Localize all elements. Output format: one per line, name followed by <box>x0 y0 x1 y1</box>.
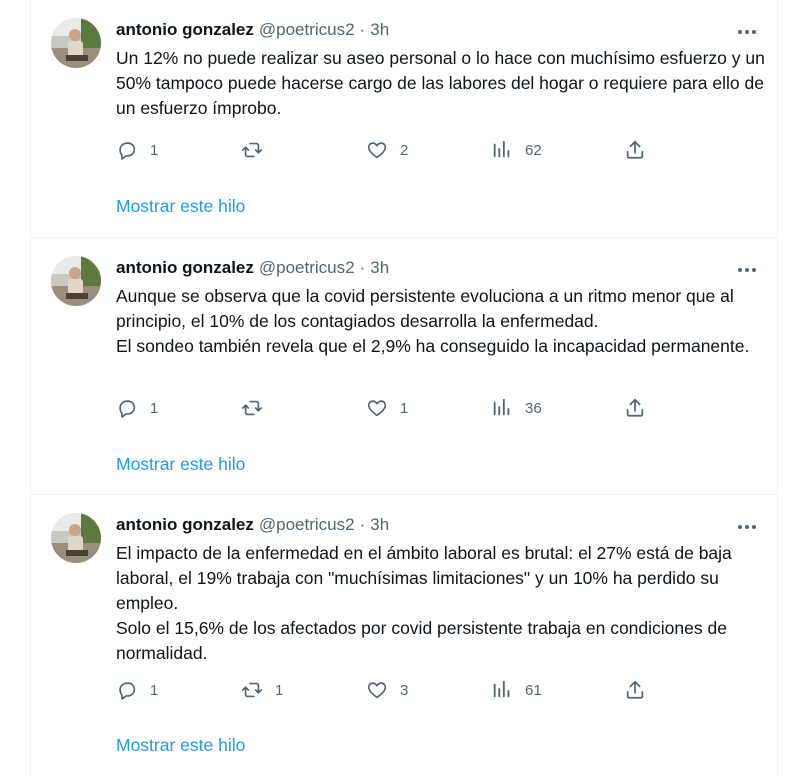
views-count: 61 <box>525 681 542 699</box>
tweet-paragraph: El impacto de la enfermedad en el ámbito… <box>116 543 732 613</box>
tweet-header: antonio gonzalez @poetricus2 · 3h <box>116 256 389 280</box>
author-name[interactable]: antonio gonzalez <box>116 20 254 40</box>
show-thread-link[interactable]: Mostrar este hilo <box>116 454 245 475</box>
tweet-paragraph: El sondeo también revela que el 2,9% ha … <box>116 336 750 356</box>
show-thread-link[interactable]: Mostrar este hilo <box>116 735 245 756</box>
reply-button[interactable]: 1 <box>116 395 158 421</box>
tweet-paragraph: Un 12% no puede realizar su aseo persona… <box>116 48 765 118</box>
tweet-text: Aunque se observa que la covid persisten… <box>116 284 766 359</box>
reply-button[interactable]: 1 <box>116 137 158 163</box>
reply-icon <box>116 679 138 701</box>
share-button[interactable] <box>624 677 646 703</box>
more-icon[interactable] <box>735 258 759 282</box>
heart-icon <box>366 679 388 701</box>
separator-dot: · <box>359 20 366 39</box>
author-name[interactable]: antonio gonzalez <box>116 515 254 535</box>
retweet-icon <box>241 397 263 419</box>
retweet-icon <box>241 139 263 161</box>
more-icon[interactable] <box>735 20 759 44</box>
reply-icon <box>116 397 138 419</box>
like-button[interactable]: 2 <box>366 137 408 163</box>
views-button[interactable]: 61 <box>491 677 542 703</box>
timestamp[interactable]: 3h <box>370 258 389 278</box>
reply-button[interactable]: 1 <box>116 677 158 703</box>
views-button[interactable]: 62 <box>491 137 542 163</box>
tweet-text: El impacto de la enfermedad en el ámbito… <box>116 541 766 666</box>
heart-icon <box>366 397 388 419</box>
retweet-button[interactable]: 1 <box>241 677 283 703</box>
tweet-header: antonio gonzalez @poetricus2 · 3h <box>116 18 389 42</box>
share-icon <box>624 397 646 419</box>
reply-icon <box>116 139 138 161</box>
tweet-text: Un 12% no puede realizar su aseo persona… <box>116 46 766 121</box>
separator-dot: · <box>359 258 366 277</box>
views-icon <box>491 139 513 161</box>
like-button[interactable]: 1 <box>366 395 408 421</box>
reply-count: 1 <box>150 681 159 699</box>
avatar[interactable] <box>51 513 101 563</box>
action-bar: 1 2 62 <box>116 137 676 163</box>
like-button[interactable]: 3 <box>366 677 408 703</box>
author-name[interactable]: antonio gonzalez <box>116 258 254 278</box>
timestamp[interactable]: 3h <box>370 20 389 40</box>
author-handle[interactable]: @poetricus2 <box>259 515 355 535</box>
tweet[interactable]: antonio gonzalez @poetricus2 · 3h Un 12%… <box>31 0 777 238</box>
share-icon <box>624 139 646 161</box>
separator-dot: · <box>359 515 366 534</box>
tweet-paragraph: Solo el 15,6% de los afectados por covid… <box>116 618 727 663</box>
action-bar: 1 1 36 <box>116 395 676 421</box>
timeline: antonio gonzalez @poetricus2 · 3h Un 12%… <box>30 0 778 776</box>
avatar[interactable] <box>51 256 101 306</box>
avatar[interactable] <box>51 18 101 68</box>
tweet[interactable]: antonio gonzalez @poetricus2 · 3h El imp… <box>31 495 777 776</box>
share-button[interactable] <box>624 137 646 163</box>
tweet-paragraph: Aunque se observa que la covid persisten… <box>116 286 734 331</box>
tweet[interactable]: antonio gonzalez @poetricus2 · 3h Aunque… <box>31 238 777 495</box>
author-handle[interactable]: @poetricus2 <box>259 20 355 40</box>
share-icon <box>624 679 646 701</box>
retweet-button[interactable] <box>241 137 275 163</box>
reply-count: 1 <box>150 399 159 417</box>
views-count: 36 <box>525 399 542 417</box>
share-button[interactable] <box>624 395 646 421</box>
timestamp[interactable]: 3h <box>370 515 389 535</box>
more-icon[interactable] <box>735 515 759 539</box>
tweet-header: antonio gonzalez @poetricus2 · 3h <box>116 513 389 537</box>
retweet-icon <box>241 679 263 701</box>
like-count: 3 <box>400 681 409 699</box>
action-bar: 1 1 3 61 <box>116 677 676 703</box>
views-icon <box>491 679 513 701</box>
show-thread-link[interactable]: Mostrar este hilo <box>116 196 245 217</box>
views-button[interactable]: 36 <box>491 395 542 421</box>
like-count: 2 <box>400 141 409 159</box>
author-handle[interactable]: @poetricus2 <box>259 258 355 278</box>
retweet-count: 1 <box>275 681 284 699</box>
views-count: 62 <box>525 141 542 159</box>
retweet-button[interactable] <box>241 395 275 421</box>
like-count: 1 <box>400 399 409 417</box>
heart-icon <box>366 139 388 161</box>
reply-count: 1 <box>150 141 159 159</box>
views-icon <box>491 397 513 419</box>
